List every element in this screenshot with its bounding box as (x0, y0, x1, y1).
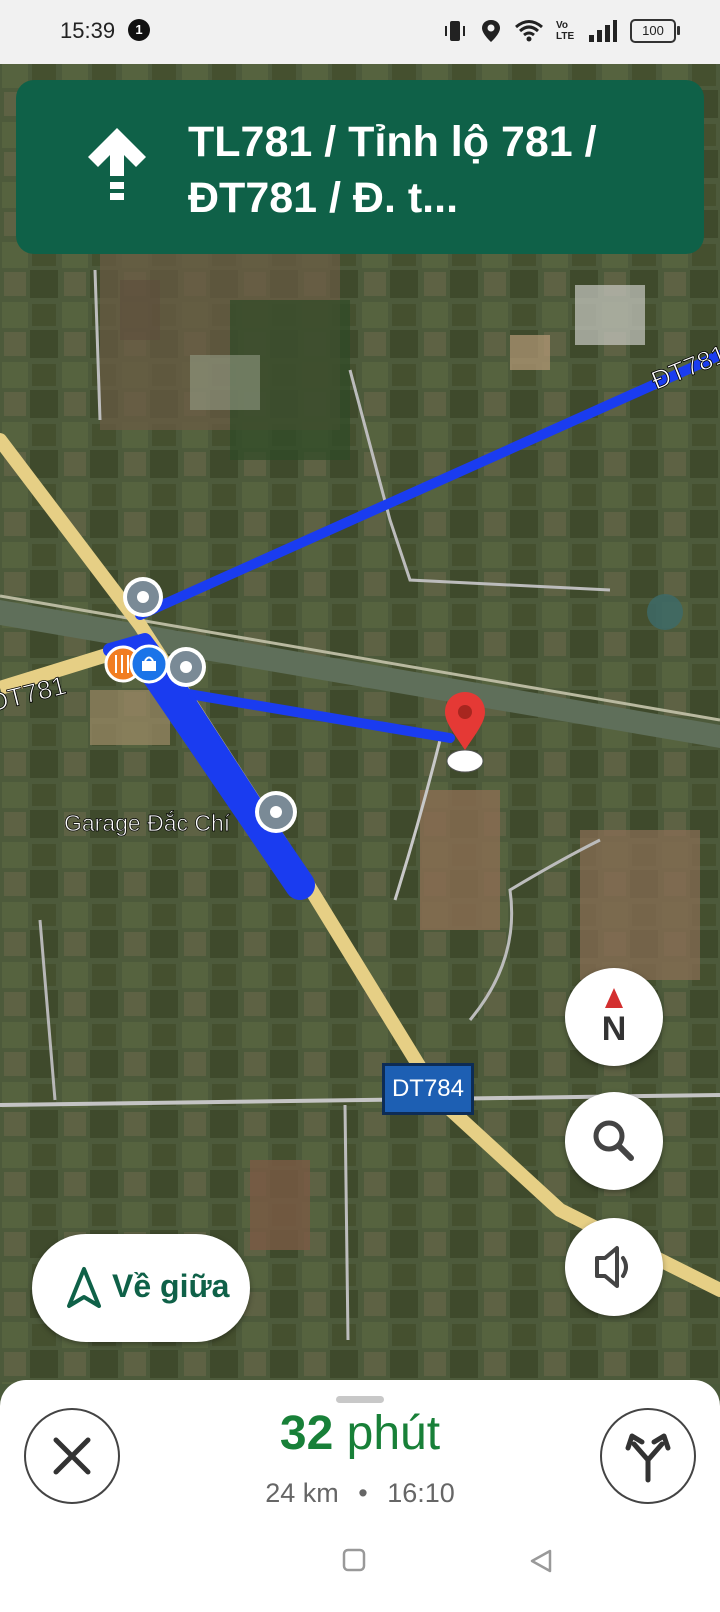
recenter-label: Về giữa (112, 1268, 230, 1304)
search-icon (593, 1120, 634, 1161)
map-pin-icon[interactable] (166, 647, 206, 687)
arrival-time: 16:10 (387, 1478, 455, 1508)
status-icons: Vo LTE 100 (442, 16, 680, 46)
nav-instruction: TL781 / Tỉnh lộ 781 / ĐT781 / Đ. t... (188, 118, 597, 222)
route-options-icon (625, 1433, 671, 1483)
notification-badge: 1 (128, 19, 150, 41)
status-time: 15:39 (60, 18, 116, 43)
status-bar: 15:39 1 Vo LTE 100 (0, 0, 720, 64)
shopping-icon[interactable] (129, 644, 169, 684)
search-button[interactable] (565, 1092, 663, 1190)
battery-icon: 100 (630, 19, 680, 43)
compass-button[interactable]: N (565, 968, 663, 1066)
wifi-icon (515, 20, 543, 42)
home-icon[interactable] (342, 1548, 366, 1572)
map-pin-icon[interactable] (123, 577, 163, 617)
place-label: Garage Đắc Chí (64, 810, 231, 836)
location-icon (482, 20, 500, 42)
eta-minutes: 32 (279, 1407, 334, 1460)
navigation-banner[interactable]: TL781 / Tỉnh lộ 781 / ĐT781 / Đ. t... (16, 80, 704, 254)
compass-label: N (601, 1010, 627, 1048)
back-icon[interactable] (528, 1548, 554, 1574)
straight-arrow-icon (88, 128, 146, 200)
volte-icon: Vo LTE (556, 20, 575, 42)
signal-icon (589, 20, 617, 42)
road-shield: DT784 (382, 1063, 474, 1115)
sound-button[interactable] (565, 1218, 663, 1316)
recenter-button[interactable]: Về giữa (32, 1234, 250, 1342)
volume-icon (595, 1246, 628, 1288)
trip-distance: 24 km (265, 1478, 339, 1508)
sheet-drag-handle[interactable] (336, 1396, 384, 1403)
garage-pin-icon[interactable] (255, 791, 297, 833)
alternate-routes-button[interactable] (600, 1408, 696, 1504)
vibrate-icon (445, 21, 465, 41)
trip-summary-sheet[interactable]: 32 phút 24 km • 16:10 (0, 1380, 720, 1612)
eta-unit: phút (333, 1407, 441, 1460)
trip-separator: • (358, 1478, 368, 1508)
navigation-arrow-icon (67, 1267, 101, 1308)
